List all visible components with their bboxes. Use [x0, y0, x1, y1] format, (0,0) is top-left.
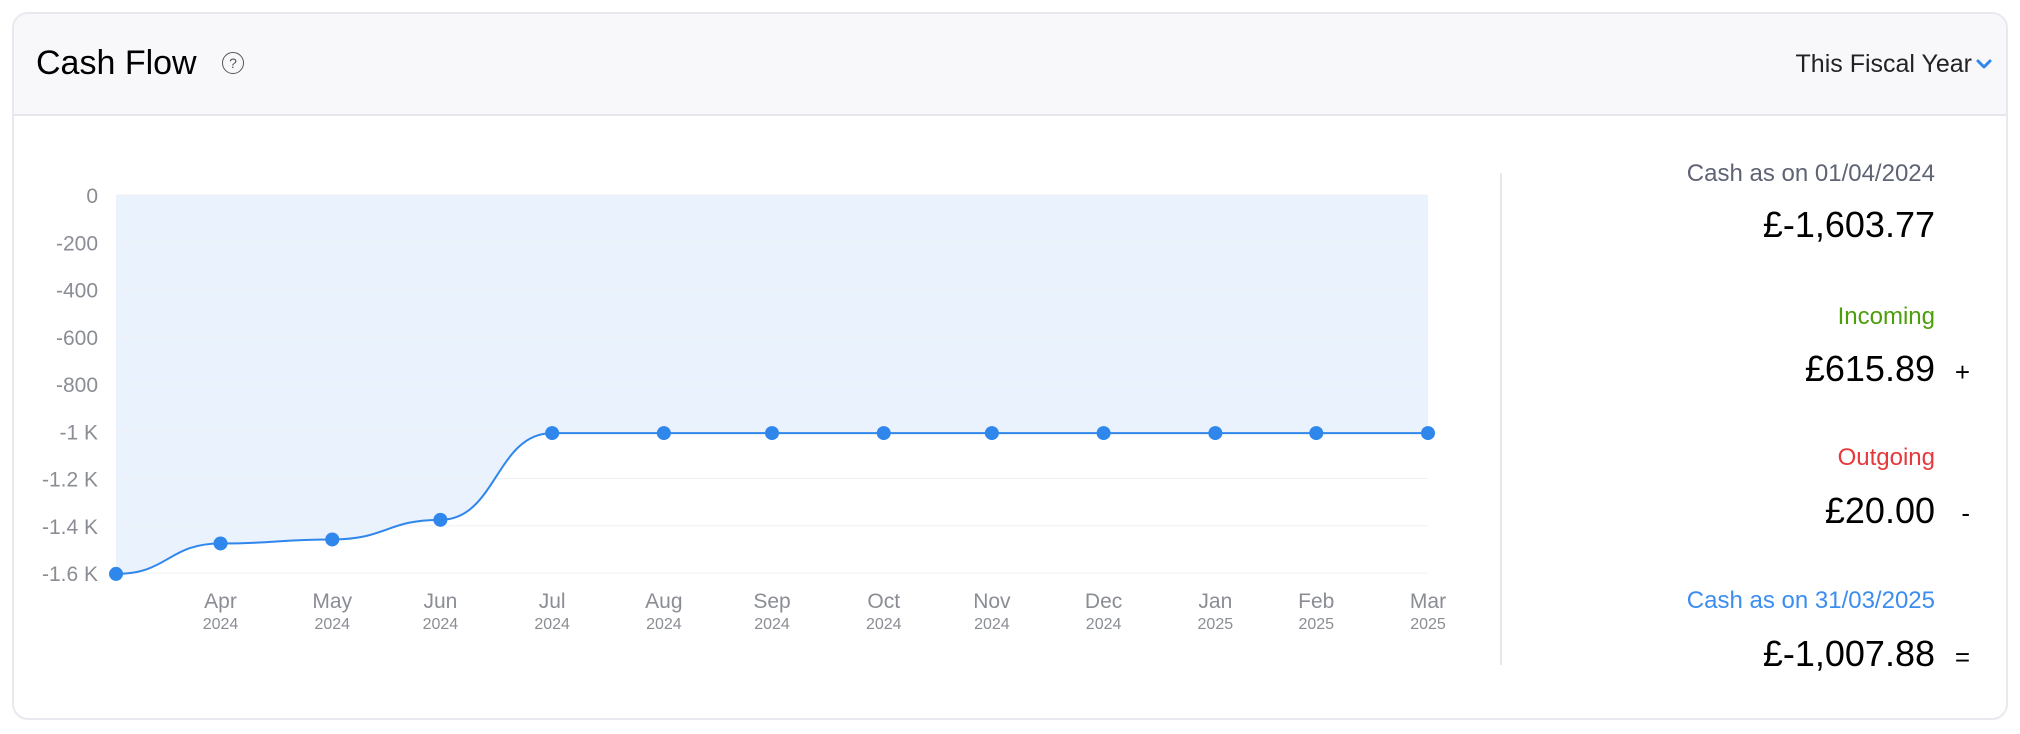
closing-cash-label: Cash as on 31/03/2025: [1686, 587, 1935, 614]
y-tick-label: -400: [56, 280, 98, 303]
x-tick-month: Jun: [423, 590, 457, 613]
data-point: [433, 512, 448, 527]
x-tick-month: Mar: [1410, 590, 1446, 613]
x-tick-year: 2025: [1298, 616, 1334, 633]
data-point: [765, 426, 779, 441]
closing-cash-value: £-1,007.88: [1762, 633, 1935, 674]
x-tick-year: 2024: [314, 616, 350, 633]
x-tick-year: 2025: [1198, 616, 1234, 633]
x-tick-year: 2024: [646, 616, 682, 633]
x-tick-month: Jul: [539, 590, 566, 613]
x-tick-year: 2024: [866, 616, 902, 633]
divider: [1500, 173, 1502, 665]
data-point: [1096, 426, 1111, 441]
x-tick-year: 2024: [1086, 616, 1122, 633]
y-tick-label: -1.6 K: [42, 563, 98, 586]
x-tick-year: 2024: [754, 616, 790, 633]
x-tick-year: 2024: [423, 616, 459, 633]
x-tick-year: 2025: [1410, 616, 1446, 633]
y-tick-label: -1 K: [59, 421, 98, 444]
x-tick-year: 2024: [203, 616, 239, 633]
cash-flow-card: Cash Flow ? This Fiscal Year 0 -200 -400 -6…: [12, 12, 2008, 720]
x-tick-year: 2024: [974, 616, 1010, 633]
x-tick-month: Dec: [1085, 590, 1122, 613]
plus-operator: +: [1954, 357, 1970, 387]
period-dropdown[interactable]: This Fiscal Year: [1796, 50, 1972, 79]
data-point: [325, 532, 340, 547]
data-point: [1421, 426, 1435, 441]
x-tick-month: Apr: [204, 590, 237, 613]
opening-cash-value: £-1,603.77: [1762, 204, 1935, 245]
chevron-down-icon[interactable]: [1974, 54, 1994, 74]
y-tick-label: -800: [56, 374, 98, 397]
data-point: [984, 426, 999, 441]
incoming-label: Incoming: [1837, 303, 1935, 330]
x-tick-month: Feb: [1298, 590, 1334, 613]
outgoing-value: £20.00: [1824, 490, 1935, 531]
data-point: [656, 426, 671, 441]
data-point: [876, 426, 891, 441]
x-tick-year: 2024: [534, 616, 570, 633]
data-point: [1208, 426, 1223, 441]
data-point: [213, 536, 228, 551]
data-point: [1309, 426, 1324, 441]
minus-operator: -: [1961, 498, 1970, 528]
x-tick-month: Aug: [645, 590, 682, 613]
y-tick-label: -1.2 K: [42, 469, 98, 492]
y-tick-label: -600: [56, 327, 98, 350]
x-tick-month: Jan: [1198, 590, 1232, 613]
equals-operator: =: [1954, 642, 1970, 672]
outgoing-label: Outgoing: [1837, 444, 1935, 471]
cash-flow-chart: 0 -200 -400 -600 -800 -1 K -1.2 K -1.4 K -1.6 K A…: [42, 185, 1446, 633]
opening-cash-label: Cash as on 01/04/2024: [1686, 160, 1935, 187]
y-tick-label: -1.4 K: [42, 516, 98, 539]
x-tick-month: Nov: [973, 590, 1011, 613]
x-tick-month: Sep: [753, 590, 790, 613]
data-point: [109, 566, 123, 581]
y-tick-label: -200: [56, 232, 98, 255]
x-tick-month: Oct: [867, 590, 900, 613]
incoming-value: £615.89: [1804, 348, 1935, 389]
y-tick-label: 0: [86, 185, 98, 208]
x-tick-month: May: [312, 590, 352, 613]
data-point: [545, 426, 560, 441]
